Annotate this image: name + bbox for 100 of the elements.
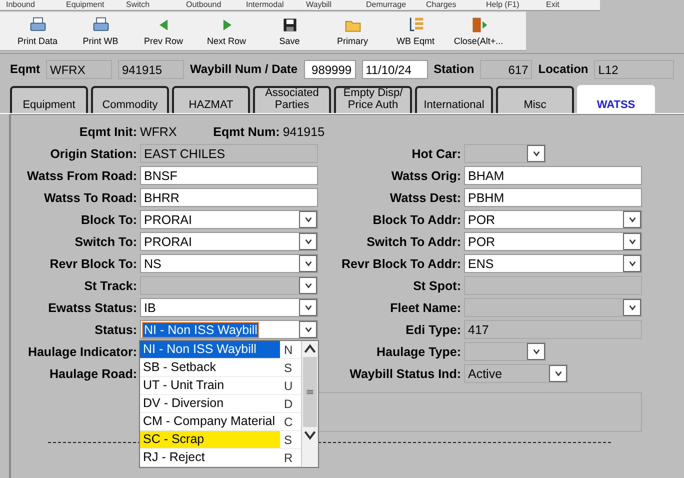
input-field: 417	[464, 320, 642, 339]
tab[interactable]: Commodity	[91, 86, 169, 113]
toolbar-button[interactable]: WB Eqmt	[384, 12, 447, 50]
dropdown-field[interactable]: Active	[464, 364, 568, 383]
field-label: Origin Station:	[49, 146, 137, 160]
menu-item[interactable]: Waybill	[300, 0, 360, 10]
dropdown-option[interactable]: DV - Diversion	[140, 395, 280, 412]
dropdown-field[interactable]: PRORAI	[140, 232, 318, 251]
field-label: Block To Addr:	[372, 212, 461, 226]
dropdown-option[interactable]: RJ - Reject	[140, 449, 280, 466]
dropdown-field[interactable]	[464, 144, 546, 163]
tab[interactable]: HAZMAT	[172, 86, 250, 113]
dropdown-option-code: U	[283, 378, 294, 392]
readonly-field: WFRX	[46, 60, 112, 78]
field-label: Eqmt Num:	[212, 125, 280, 139]
field-value: 941915	[282, 125, 325, 139]
dropdown-option-code: R	[283, 450, 294, 464]
field-label: Revr Block To Addr:	[340, 256, 461, 270]
dropdown-field[interactable]: ENS	[464, 254, 642, 273]
dropdown-field[interactable]: POR	[464, 232, 642, 251]
field-label: Waybill Num / Date	[190, 62, 298, 76]
dropdown-option-code: C	[283, 414, 294, 428]
field-label: Switch To:	[74, 234, 137, 248]
printer-icon	[28, 16, 46, 34]
dropdown-field[interactable]	[464, 298, 642, 317]
field-label: Block To:	[80, 212, 137, 226]
field-label: Location	[538, 62, 588, 76]
field-label: Haulage Road:	[48, 366, 137, 380]
field-label: Waybill Status Ind:	[348, 366, 461, 380]
menu-item[interactable]: Inbound	[0, 0, 60, 10]
save-icon	[280, 16, 298, 34]
field-label: Watss From Road:	[26, 168, 137, 182]
readonly-field: 617	[480, 60, 532, 78]
dropdown-option-code: S	[283, 360, 294, 374]
input-field: EAST CHILES	[140, 144, 318, 163]
dropdown-option[interactable]: NI - Non ISS Waybill	[140, 341, 280, 358]
menu-item[interactable]: Outbound	[180, 0, 240, 10]
field-label: Eqmt	[10, 62, 40, 76]
tab[interactable]: Associated Parties	[253, 86, 331, 113]
dropdown-field[interactable]: IB	[140, 298, 318, 317]
menu-item[interactable]: Demurrage	[360, 0, 420, 10]
field-label: Watss Dest:	[388, 190, 461, 204]
field-label: Hot Car:	[410, 146, 461, 160]
field-label: Watss Orig:	[390, 168, 461, 182]
dropdown-option[interactable]: SC - Scrap	[140, 431, 280, 448]
dropdown-option[interactable]: UT - Unit Train	[140, 377, 280, 394]
dropdown-field[interactable]: POR	[464, 210, 642, 229]
field-label: St Track:	[83, 278, 137, 292]
dropdown-field[interactable]: PRORAI	[140, 210, 318, 229]
dropdown-option[interactable]: CM - Company Material	[140, 413, 280, 430]
field-label: Switch To Addr:	[366, 234, 461, 248]
dropdown-field[interactable]	[140, 276, 318, 295]
input-field[interactable]: BNSF	[140, 166, 318, 185]
dropdown-option-code: D	[283, 396, 294, 410]
menu-item[interactable]: Exit	[540, 0, 600, 10]
door-icon	[470, 16, 488, 34]
input-field[interactable]: BHAM	[464, 166, 642, 185]
menu-item[interactable]: Help (F1)	[480, 0, 540, 10]
input-field[interactable]: BHRR	[140, 188, 318, 207]
field-label: Status:	[94, 322, 137, 336]
toolbar-button[interactable]: Next Row	[195, 12, 258, 50]
tab[interactable]: Equipment	[10, 86, 88, 113]
dropdown-field[interactable]: NI - Non ISS Waybill	[140, 320, 318, 339]
printer-icon	[92, 16, 110, 34]
input-field[interactable]: 11/10/24	[362, 60, 428, 78]
field-label: Fleet Name:	[389, 300, 461, 314]
tab[interactable]: Empty Disp/ Price Auth	[334, 86, 412, 113]
field-label: Eqmt Init:	[78, 125, 137, 139]
dropdown-option-code: S	[283, 432, 294, 446]
toolbar-button[interactable]: Primary	[321, 12, 384, 50]
toolbar-button[interactable]: Prev Row	[132, 12, 195, 50]
grip-icon[interactable]	[306, 388, 314, 396]
menu-item[interactable]: Charges	[420, 0, 480, 10]
readonly-field: L12	[594, 60, 674, 78]
toolbar-button[interactable]: Save	[258, 12, 321, 50]
dropdown-field[interactable]: NS	[140, 254, 318, 273]
tab[interactable]: International	[415, 86, 493, 113]
toolbar-button[interactable]: Close(Alt+...	[447, 12, 510, 50]
dropdown-option[interactable]: SB - Setback	[140, 359, 280, 376]
field-label: Ewatss Status:	[47, 300, 137, 314]
menu-item[interactable]: Equipment	[60, 0, 120, 10]
input-field[interactable]: 989999	[304, 60, 356, 78]
field-label: Revr Block To:	[48, 256, 137, 270]
field-label: St Spot:	[412, 278, 461, 292]
toolbar-button[interactable]: Print Data	[6, 12, 69, 50]
menu-item[interactable]: Switch	[120, 0, 180, 10]
dropdown-option-code: N	[283, 342, 294, 356]
scrollbar[interactable]	[301, 341, 318, 467]
input-field[interactable]: PBHM	[464, 188, 642, 207]
dropdown-field[interactable]	[464, 342, 546, 361]
menu-item[interactable]: Intermodal	[240, 0, 300, 10]
tab[interactable]: WATSS	[577, 85, 655, 113]
field-label: Haulage Type:	[375, 344, 461, 358]
tab[interactable]: Misc	[496, 86, 574, 113]
toolbar-button[interactable]: Print WB	[69, 12, 132, 50]
field-value: WFRX	[140, 125, 177, 139]
field-label: Haulage Indicator:	[26, 344, 137, 358]
readonly-field: 941915	[118, 60, 184, 78]
field-label: Edi Type:	[404, 322, 461, 336]
field-label: Watss To Road:	[42, 190, 137, 204]
